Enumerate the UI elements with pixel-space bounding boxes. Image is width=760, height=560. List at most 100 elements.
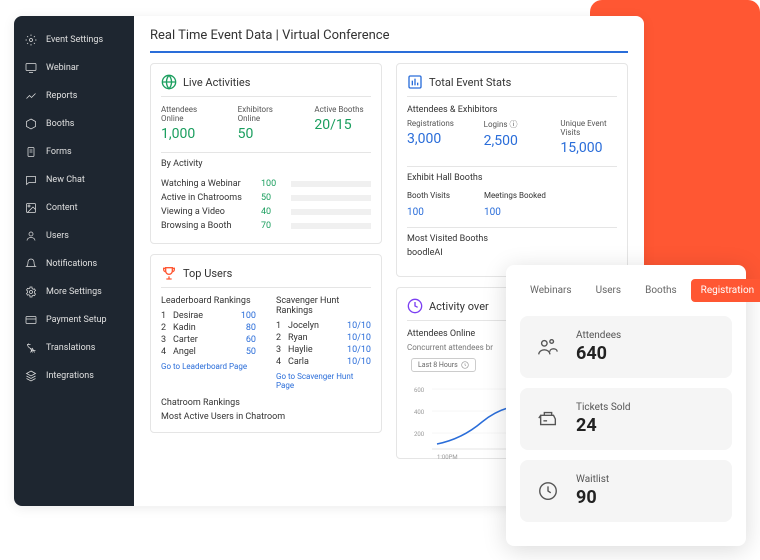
sidebar-item-label: New Chat [46,175,85,185]
sidebar-item-label: Notifications [46,259,97,269]
rank-score: 50 [246,347,256,357]
gear-icon [24,33,38,47]
metric-label: Logins ⓘ [484,119,541,130]
section-label: By Activity [161,159,371,169]
metric-label: Unique Event Visits [560,119,617,137]
sidebar-item-webinar[interactable]: Webinar [14,54,134,82]
credit-card-icon [24,313,38,327]
sidebar-item-integrations[interactable]: Integrations [14,362,134,390]
sidebar-item-label: Content [46,203,78,213]
tab-registration[interactable]: Registration [691,279,760,302]
activity-value: 40 [261,207,291,217]
activity-name: Watching a Webinar [161,179,261,189]
rank-idx: 1 [276,321,288,331]
page-title: Real Time Event Data | Virtual Conferenc… [150,28,628,53]
rank-row: 1Jocelyn10/10 [276,320,371,332]
stat-card-waitlist: Waitlist90 [520,460,732,522]
rank-row: 2Ryan10/10 [276,332,371,344]
rank-score: 10/10 [347,321,371,331]
sidebar-item-label: Booths [46,119,74,129]
activity-bar [291,209,371,215]
tab-booths[interactable]: Booths [635,279,687,302]
tab-webinars[interactable]: Webinars [520,279,582,302]
rank-name: Angel [173,347,246,357]
stat-card-tickets-sold: Tickets Sold24 [520,388,732,450]
sidebar-item-payment[interactable]: Payment Setup [14,306,134,334]
stat-label: Tickets Sold [576,402,631,413]
x-tick: 1:00PM [437,454,458,461]
rank-name: Kadin [173,323,246,333]
rank-row: 3Carter60 [161,334,256,346]
activity-name: Viewing a Video [161,207,261,217]
sidebar-item-label: Webinar [46,63,79,73]
scavenger-link[interactable]: Go to Scavenger Hunt Page [276,372,371,390]
metric-value: 100 [484,207,501,218]
user-icon [24,229,38,243]
rank-idx: 3 [276,345,288,355]
activity-value: 50 [261,193,291,203]
rank-name: Jocelyn [288,321,347,331]
card-title: Top Users [183,267,232,280]
y-tick: 200 [414,431,425,438]
chatroom-rankings-title: Chatroom Rankings [161,398,371,408]
translate-icon [24,341,38,355]
rank-idx: 4 [161,347,173,357]
monitor-icon [24,61,38,75]
sidebar-item-translations[interactable]: Translations [14,334,134,362]
sidebar-item-forms[interactable]: Forms [14,138,134,166]
metric-label: Booth Visits [407,191,450,200]
rank-score: 10/10 [347,333,371,343]
metric-label: Attendees Online [161,105,218,123]
rank-score: 10/10 [347,357,371,367]
rank-name: Ryan [288,333,347,343]
metric-value: 15,000 [560,140,617,156]
y-tick: 600 [414,387,425,394]
rank-idx: 4 [276,357,288,367]
metric-label: Meetings Booked [484,191,546,200]
rank-row: 1Desirae100 [161,310,256,322]
rank-score: 60 [246,335,256,345]
sidebar-item-label: Users [46,231,69,241]
activity-row: Browsing a Booth70 [161,219,371,233]
clipboard-icon [24,145,38,159]
rank-idx: 2 [161,323,173,333]
live-activities-card: Live Activities Attendees Online1,000 Ex… [150,63,382,244]
activity-row: Watching a Webinar100 [161,177,371,191]
sidebar-item-label: More Settings [46,287,102,297]
leaderboard-link[interactable]: Go to Leaderboard Page [161,362,256,371]
range-button[interactable]: Last 8 Hours [411,358,476,372]
activity-name: Browsing a Booth [161,221,261,231]
rank-row: 2Kadin80 [161,322,256,334]
metric-label: Exhibitors Online [238,105,295,123]
stat-value: 640 [576,343,621,364]
sidebar-item-notifications[interactable]: Notifications [14,250,134,278]
y-tick: 400 [414,409,425,416]
rank-score: 100 [241,311,256,321]
rank-score: 10/10 [347,345,371,355]
card-title: Activity over [429,300,489,313]
sidebar-item-booths[interactable]: Booths [14,110,134,138]
sidebar-item-more-settings[interactable]: More Settings [14,278,134,306]
total-stats-card: Total Event Stats Attendees & Exhibitors… [396,63,628,277]
sidebar-item-new-chat[interactable]: New Chat [14,166,134,194]
activity-row: Viewing a Video40 [161,205,371,219]
stat-value: 90 [576,487,609,508]
sidebar-item-users[interactable]: Users [14,222,134,250]
metric-value: 100 [407,207,424,218]
stat-card-attendees: Attendees640 [520,316,732,378]
tab-users[interactable]: Users [586,279,632,302]
metric-value: 50 [238,126,295,142]
chat-icon [24,173,38,187]
sidebar-item-content[interactable]: Content [14,194,134,222]
cube-icon [24,117,38,131]
rank-row: 4Angel50 [161,346,256,358]
scavenger-title: Scavenger Hunt Rankings [276,296,371,316]
activity-value: 100 [261,179,291,189]
registration-popup: WebinarsUsersBoothsRegistration Attendee… [506,265,746,546]
rank-idx: 2 [276,333,288,343]
sidebar-item-reports[interactable]: Reports [14,82,134,110]
bell-icon [24,257,38,271]
sidebar-item-label: Translations [46,343,95,353]
sidebar-item-event-settings[interactable]: Event Settings [14,26,134,54]
rank-row: 3Haylie10/10 [276,344,371,356]
